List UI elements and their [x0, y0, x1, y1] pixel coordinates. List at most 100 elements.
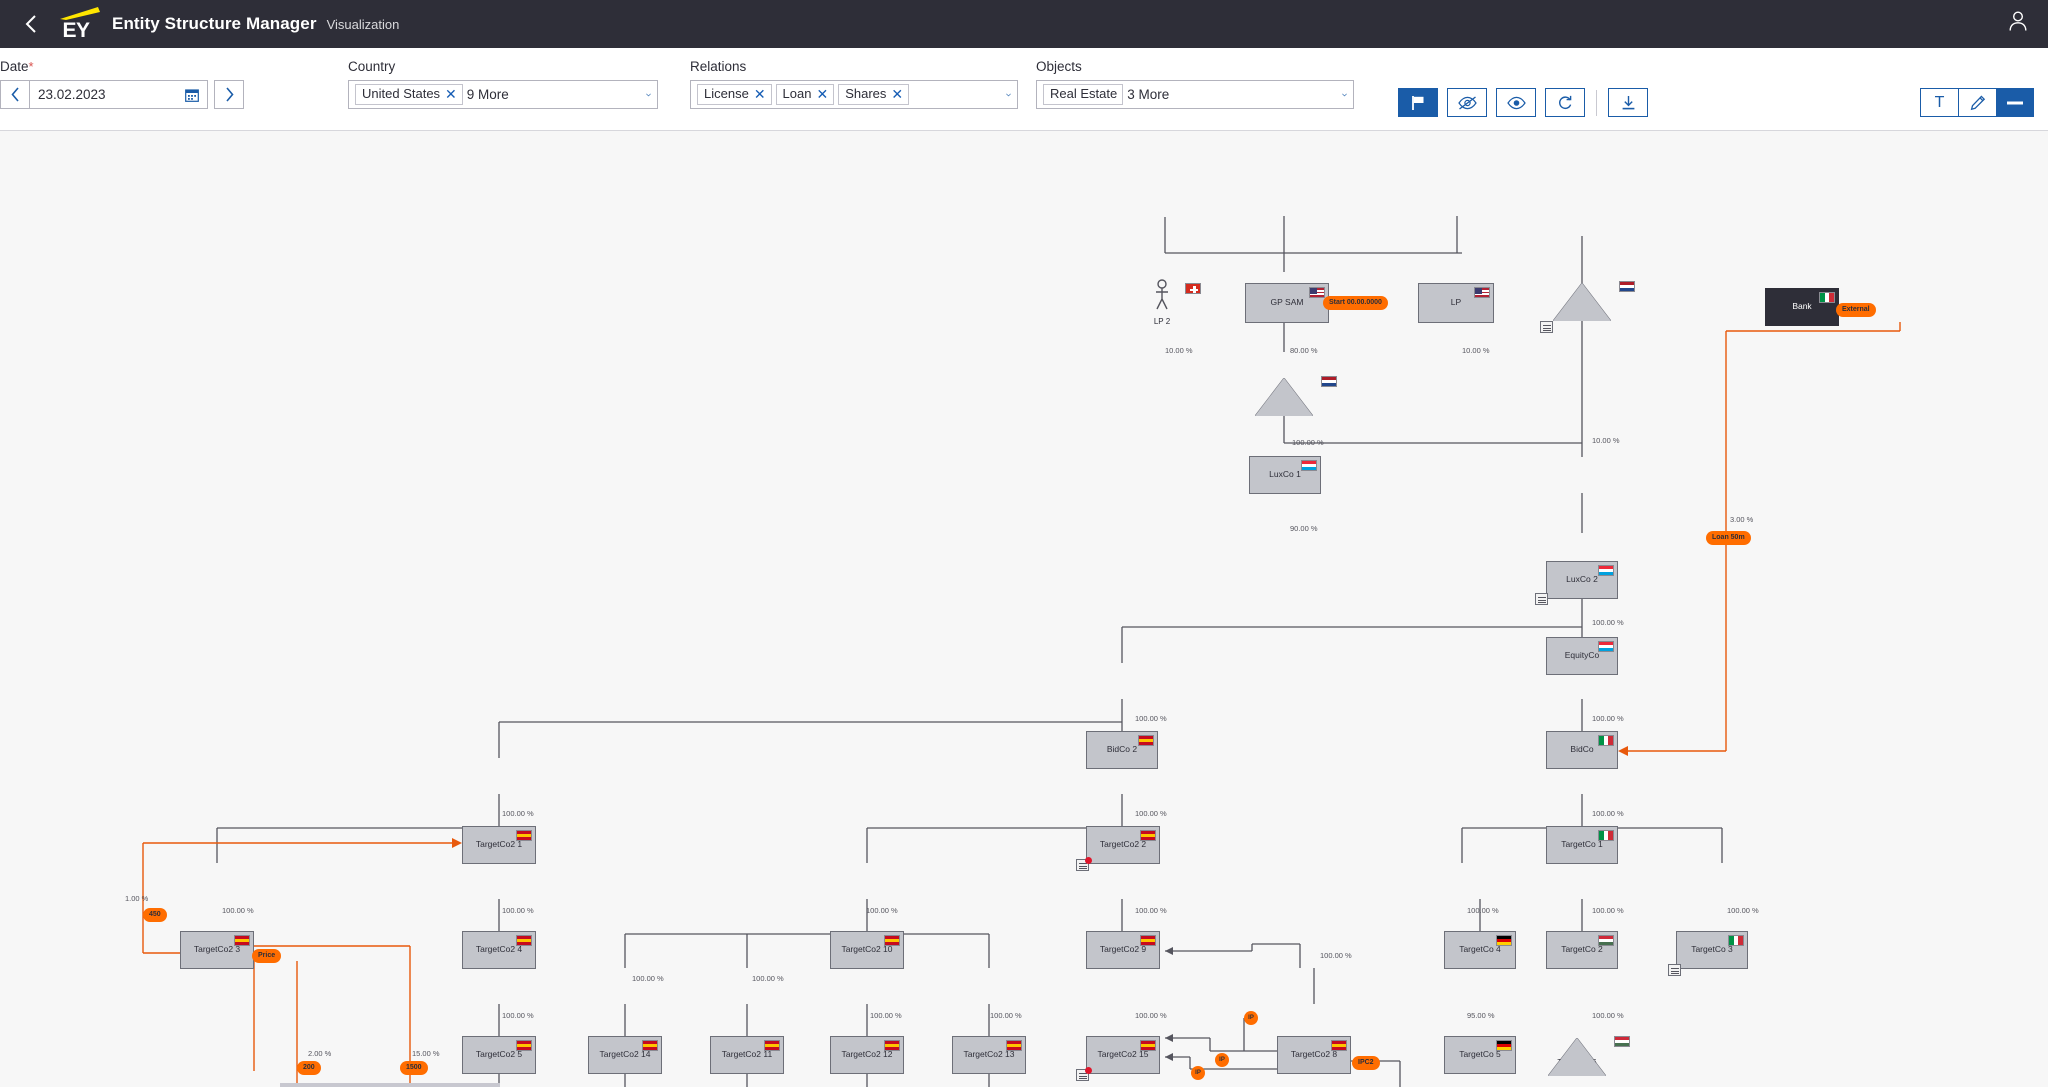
- relation-badge-ip[interactable]: IP: [1191, 1066, 1205, 1080]
- remove-chip-icon[interactable]: ✕: [754, 86, 766, 102]
- ey-logo-text: EY: [62, 18, 90, 42]
- node-targetco2-12[interactable]: TargetCo2 12: [830, 1036, 904, 1074]
- relation-badge-ip[interactable]: IP: [1244, 1011, 1258, 1025]
- relation-badge-external[interactable]: External: [1836, 303, 1876, 318]
- remove-chip-icon[interactable]: ✕: [891, 86, 903, 102]
- chevron-down-icon[interactable]: [638, 91, 651, 99]
- node-targetco2-9[interactable]: TargetCo2 9: [1086, 931, 1160, 969]
- date-prev-button[interactable]: [0, 80, 30, 109]
- relation-badge-1500[interactable]: 1500: [400, 1061, 428, 1076]
- edit-tool-button[interactable]: [1958, 88, 1996, 117]
- node-targetco2-2[interactable]: TargetCo2 2: [1086, 826, 1160, 864]
- relation-badge-ip[interactable]: IP: [1215, 1053, 1229, 1067]
- relations-select[interactable]: License ✕ Loan ✕ Shares ✕: [690, 80, 1018, 109]
- node-targetco2-11[interactable]: TargetCo2 11: [710, 1036, 784, 1074]
- node-targetco2-3[interactable]: TargetCo2 3: [180, 931, 254, 969]
- node-bidco[interactable]: BidCo: [1546, 731, 1618, 769]
- node-targetco2-14[interactable]: TargetCo2 14: [588, 1036, 662, 1074]
- hide-button[interactable]: [1447, 88, 1487, 117]
- relation-badge-200[interactable]: 200: [297, 1061, 321, 1076]
- node-gp-sam[interactable]: GP SAM: [1245, 283, 1329, 323]
- node-targetco2-4[interactable]: TargetCo2 4: [462, 931, 536, 969]
- node-label: TargetCo2 14: [599, 1049, 651, 1060]
- node-targetco2-13[interactable]: TargetCo2 13: [952, 1036, 1026, 1074]
- node-targetco2-15[interactable]: TargetCo2 15: [1086, 1036, 1160, 1074]
- date-label: Date*: [0, 59, 34, 74]
- line-tool-button[interactable]: [1996, 88, 2034, 117]
- country-select[interactable]: United States ✕ 9 More: [348, 80, 658, 109]
- relations-chip-label: Loan: [782, 86, 812, 101]
- chevron-down-icon[interactable]: [998, 91, 1011, 99]
- relation-badge-loan[interactable]: Loan 50m: [1706, 531, 1751, 546]
- node-label: LP 2: [1153, 317, 1171, 326]
- node-targetco-5[interactable]: TargetCo 5: [1444, 1036, 1516, 1074]
- chevron-down-icon[interactable]: [1334, 91, 1347, 99]
- node-luxco-1[interactable]: LuxCo 1: [1249, 456, 1321, 494]
- country-chip[interactable]: United States ✕: [355, 84, 463, 105]
- document-marker[interactable]: [1668, 964, 1681, 976]
- date-value: 23.02.2023: [38, 87, 106, 102]
- relations-chip[interactable]: License ✕: [697, 84, 772, 105]
- text-tool-button[interactable]: T: [1920, 88, 1958, 117]
- node-pe-fund[interactable]: PE Fund: [1255, 376, 1337, 416]
- date-input[interactable]: 23.02.2023: [30, 80, 208, 109]
- relations-chip[interactable]: Loan ✕: [775, 84, 835, 105]
- edge-percent: 100.00 %: [752, 974, 784, 983]
- node-bank[interactable]: Bank: [1765, 288, 1839, 326]
- back-button[interactable]: [18, 11, 44, 37]
- relations-chip-label: License: [704, 86, 749, 101]
- document-marker[interactable]: [1535, 593, 1548, 605]
- horizontal-scrollbar[interactable]: [280, 1083, 500, 1087]
- node-label: TargetCo2 5: [475, 1049, 523, 1060]
- node-targetco-1[interactable]: TargetCo 1: [1546, 826, 1618, 864]
- edge-percent: 100.00 %: [870, 1011, 902, 1020]
- flag-es-icon: [764, 1040, 780, 1051]
- relation-badge-ipc2[interactable]: IPC2: [1352, 1056, 1380, 1071]
- node-bidco-2[interactable]: BidCo 2: [1086, 731, 1158, 769]
- node-targetco2-8[interactable]: TargetCo2 8: [1277, 1036, 1351, 1074]
- user-avatar[interactable]: [2008, 11, 2028, 38]
- show-button[interactable]: [1496, 88, 1536, 117]
- node-targetco-6[interactable]: TargetCo 6: [1548, 1036, 1630, 1076]
- remove-chip-icon[interactable]: ✕: [816, 86, 828, 102]
- node-targetco2-5[interactable]: TargetCo2 5: [462, 1036, 536, 1074]
- calendar-icon[interactable]: [185, 88, 199, 102]
- edge-percent: 80.00 %: [1290, 346, 1318, 355]
- relation-badge-start[interactable]: Start 00.00.0000: [1323, 296, 1388, 311]
- country-label: Country: [348, 59, 396, 74]
- flag-de-icon: [1496, 935, 1512, 946]
- edge-percent: 10.00 %: [1592, 436, 1620, 445]
- remove-chip-icon[interactable]: ✕: [445, 86, 457, 102]
- flag-es-icon: [516, 1040, 532, 1051]
- download-button[interactable]: [1608, 88, 1648, 117]
- node-lp-2[interactable]: LP 2: [1152, 279, 1172, 326]
- node-me-p-ko[interactable]: ME/P KO: [1553, 281, 1635, 321]
- node-targetco-2[interactable]: TargetCo 2: [1546, 931, 1618, 969]
- node-targetco-4[interactable]: TargetCo 4: [1444, 931, 1516, 969]
- node-equityco[interactable]: EquityCo: [1546, 637, 1618, 675]
- date-next-button[interactable]: [214, 80, 244, 109]
- node-targetco2-1[interactable]: TargetCo2 1: [462, 826, 536, 864]
- relation-badge-price[interactable]: Price: [252, 949, 282, 964]
- relation-badge-450[interactable]: 450: [143, 908, 167, 923]
- node-label: TargetCo2 2: [1099, 839, 1147, 850]
- node-targetco-3[interactable]: TargetCo 3: [1676, 931, 1748, 969]
- node-luxco-2[interactable]: LuxCo 2: [1546, 561, 1618, 599]
- toolbar-divider: [1596, 89, 1597, 116]
- edge-percent: 95.00 %: [1467, 1011, 1495, 1020]
- page-title: Entity Structure Manager: [112, 14, 317, 33]
- download-icon: [1622, 95, 1634, 109]
- flag-es-icon: [516, 935, 532, 946]
- objects-chip[interactable]: Real Estate: [1043, 84, 1124, 105]
- refresh-button[interactable]: [1545, 88, 1585, 117]
- relations-chip[interactable]: Shares ✕: [838, 84, 910, 105]
- flag-nl-icon: [1619, 281, 1635, 292]
- node-lp[interactable]: LP: [1418, 283, 1494, 323]
- document-marker[interactable]: [1540, 321, 1553, 333]
- alert-badge: [1085, 1067, 1092, 1074]
- flag-button[interactable]: [1398, 88, 1438, 117]
- node-targetco2-10[interactable]: TargetCo2 10: [830, 931, 904, 969]
- objects-select[interactable]: Real Estate 3 More: [1036, 80, 1354, 109]
- canvas-mode-toolbar: T: [1920, 88, 2034, 117]
- diagram-canvas[interactable]: LP 2 GP SAM LP ME/P KO Bank PE Fund LuxC…: [0, 131, 2048, 1087]
